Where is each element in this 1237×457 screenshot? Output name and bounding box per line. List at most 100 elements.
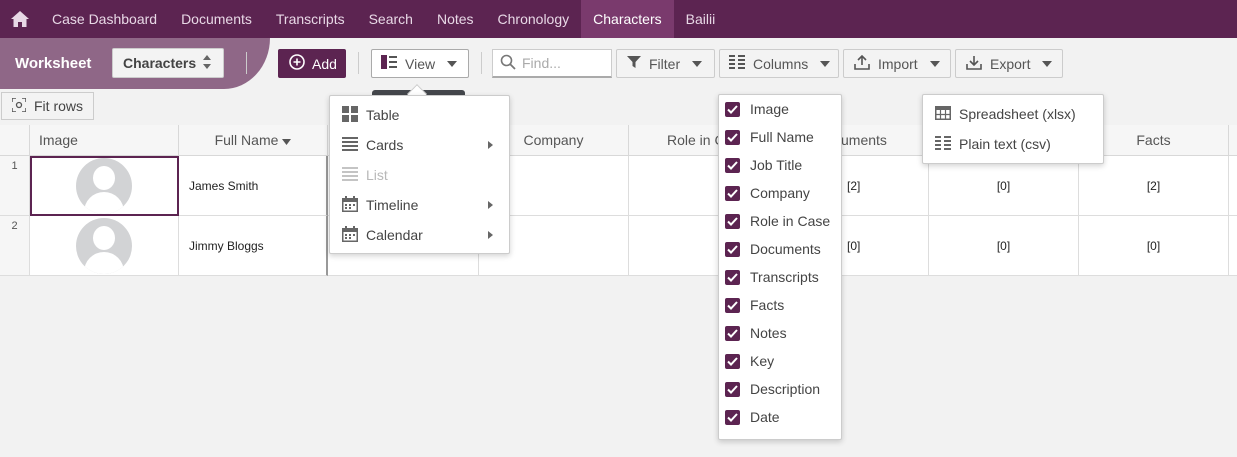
toolbar-divider [358, 52, 359, 74]
export-button[interactable]: Export [955, 49, 1063, 78]
worksheet-select[interactable]: Characters [112, 48, 224, 78]
column-header-full-name[interactable]: Full Name [179, 125, 328, 156]
checkbox-checked-icon[interactable] [725, 325, 740, 341]
column-toggle-image[interactable]: Image [719, 95, 841, 123]
avatar-placeholder [76, 157, 132, 214]
home-icon[interactable] [0, 0, 40, 38]
checkbox-checked-icon[interactable] [725, 213, 740, 229]
column-toggle-company[interactable]: Company [719, 179, 841, 207]
checkbox-checked-icon[interactable] [725, 269, 740, 285]
find-field[interactable] [492, 49, 612, 78]
checkbox-checked-icon[interactable] [725, 185, 740, 201]
column-toggle-key[interactable]: Key [719, 347, 841, 375]
nav-item-notes[interactable]: Notes [425, 0, 486, 38]
filter-button-label: Filter [649, 55, 681, 72]
chevron-right-icon [488, 141, 493, 149]
nav-item-case-dashboard[interactable]: Case Dashboard [40, 0, 169, 38]
view-icon [381, 55, 397, 72]
column-toggle-role-in-case[interactable]: Role in Case [719, 207, 841, 235]
chevron-right-icon [488, 201, 493, 209]
toolbar-divider [481, 52, 482, 74]
column-toggle-label: Role in Case [750, 213, 831, 229]
column-toggle-documents[interactable]: Documents [719, 235, 841, 263]
view-menu-item-label: List [366, 167, 388, 183]
column-toggle-job-title[interactable]: Job Title [719, 151, 841, 179]
view-button[interactable]: View [371, 49, 469, 78]
view-menu-item-cards[interactable]: Cards [330, 130, 509, 160]
column-toggle-notes[interactable]: Notes [719, 319, 841, 347]
export-menu-item-csv[interactable]: Plain text (csv) [923, 129, 1103, 159]
plus-circle-icon [289, 54, 305, 73]
checkbox-checked-icon[interactable] [725, 241, 740, 257]
toolbar: Worksheet Characters Add View Filter [0, 38, 1237, 89]
view-menu-item-timeline[interactable]: Timeline [330, 190, 509, 220]
column-toggle-date[interactable]: Date [719, 403, 841, 431]
column-header-full-name-label: Full Name [214, 132, 279, 148]
nav-item-search[interactable]: Search [357, 0, 425, 38]
overflow-cell [1229, 216, 1237, 276]
import-button[interactable]: Import [843, 49, 951, 78]
chevron-down-icon [447, 60, 458, 67]
transcripts-cell[interactable]: [0] [929, 156, 1079, 216]
facts-cell[interactable]: [0] [1079, 216, 1229, 276]
checkbox-checked-icon[interactable] [725, 101, 740, 117]
view-menu-item-list: List [330, 160, 509, 190]
column-toggle-description[interactable]: Description [719, 375, 841, 403]
chevron-down-icon [820, 60, 831, 67]
find-input[interactable] [522, 55, 602, 71]
column-toggle-label: Image [750, 101, 789, 117]
checkbox-checked-icon[interactable] [725, 129, 740, 145]
add-button-label: Add [312, 55, 337, 72]
column-toggle-label: Facts [750, 297, 785, 313]
fit-rows-button[interactable]: Fit rows [1, 92, 94, 120]
row-number-header [0, 125, 30, 156]
nav-item-chronology[interactable]: Chronology [486, 0, 582, 38]
view-menu-item-label: Timeline [366, 197, 419, 213]
row-number: 2 [0, 216, 30, 276]
worksheet-select-value: Characters [123, 55, 197, 71]
full-name-cell[interactable]: James Smith [179, 156, 328, 216]
nav-item-characters[interactable]: Characters [581, 0, 674, 38]
checkbox-checked-icon[interactable] [725, 409, 740, 425]
sort-down-icon [282, 132, 292, 148]
column-header-overflow [1229, 125, 1237, 156]
export-menu-item-label: Plain text (csv) [959, 136, 1051, 152]
facts-cell[interactable]: [2] [1079, 156, 1229, 216]
export-menu-item-xlsx[interactable]: Spreadsheet (xlsx) [923, 99, 1103, 129]
checkbox-checked-icon[interactable] [725, 297, 740, 313]
add-button[interactable]: Add [278, 49, 346, 78]
avatar-placeholder [76, 217, 132, 274]
view-button-label: View [405, 55, 436, 72]
view-menu-item-calendar[interactable]: Calendar [330, 220, 509, 250]
export-menu: Spreadsheet (xlsx) Plain text (csv) [922, 94, 1104, 164]
columns-icon [729, 55, 745, 72]
overflow-cell [1229, 156, 1237, 216]
view-menu-item-table[interactable]: Table [330, 100, 509, 130]
column-toggle-label: Job Title [750, 157, 803, 173]
transcripts-cell[interactable]: [0] [929, 216, 1079, 276]
checkbox-checked-icon[interactable] [725, 381, 740, 397]
column-toggle-label: Date [750, 409, 780, 425]
search-icon [500, 54, 516, 73]
checkbox-checked-icon[interactable] [725, 353, 740, 369]
column-header-image[interactable]: Image [30, 125, 179, 156]
download-icon [966, 54, 982, 73]
nav-item-transcripts[interactable]: Transcripts [264, 0, 357, 38]
filter-button[interactable]: Filter [616, 49, 715, 78]
column-toggle-facts[interactable]: Facts [719, 291, 841, 319]
column-toggle-label: Company [750, 185, 810, 201]
column-toggle-full-name[interactable]: Full Name [719, 123, 841, 151]
image-cell[interactable] [30, 156, 179, 216]
export-menu-item-label: Spreadsheet (xlsx) [959, 106, 1076, 122]
columns-button[interactable]: Columns [719, 49, 839, 78]
checkbox-checked-icon[interactable] [725, 157, 740, 173]
nav-item-documents[interactable]: Documents [169, 0, 264, 38]
chevron-down-icon [1042, 60, 1053, 67]
image-cell[interactable] [30, 216, 179, 276]
chevron-right-icon [488, 231, 493, 239]
view-menu: Table Cards List Timeline Calendar [329, 95, 510, 254]
nav-item-bailii[interactable]: Bailii [674, 0, 728, 38]
full-name-cell[interactable]: Jimmy Bloggs [179, 216, 328, 276]
top-navigation: Case Dashboard Documents Transcripts Sea… [0, 0, 1237, 38]
column-toggle-transcripts[interactable]: Transcripts [719, 263, 841, 291]
